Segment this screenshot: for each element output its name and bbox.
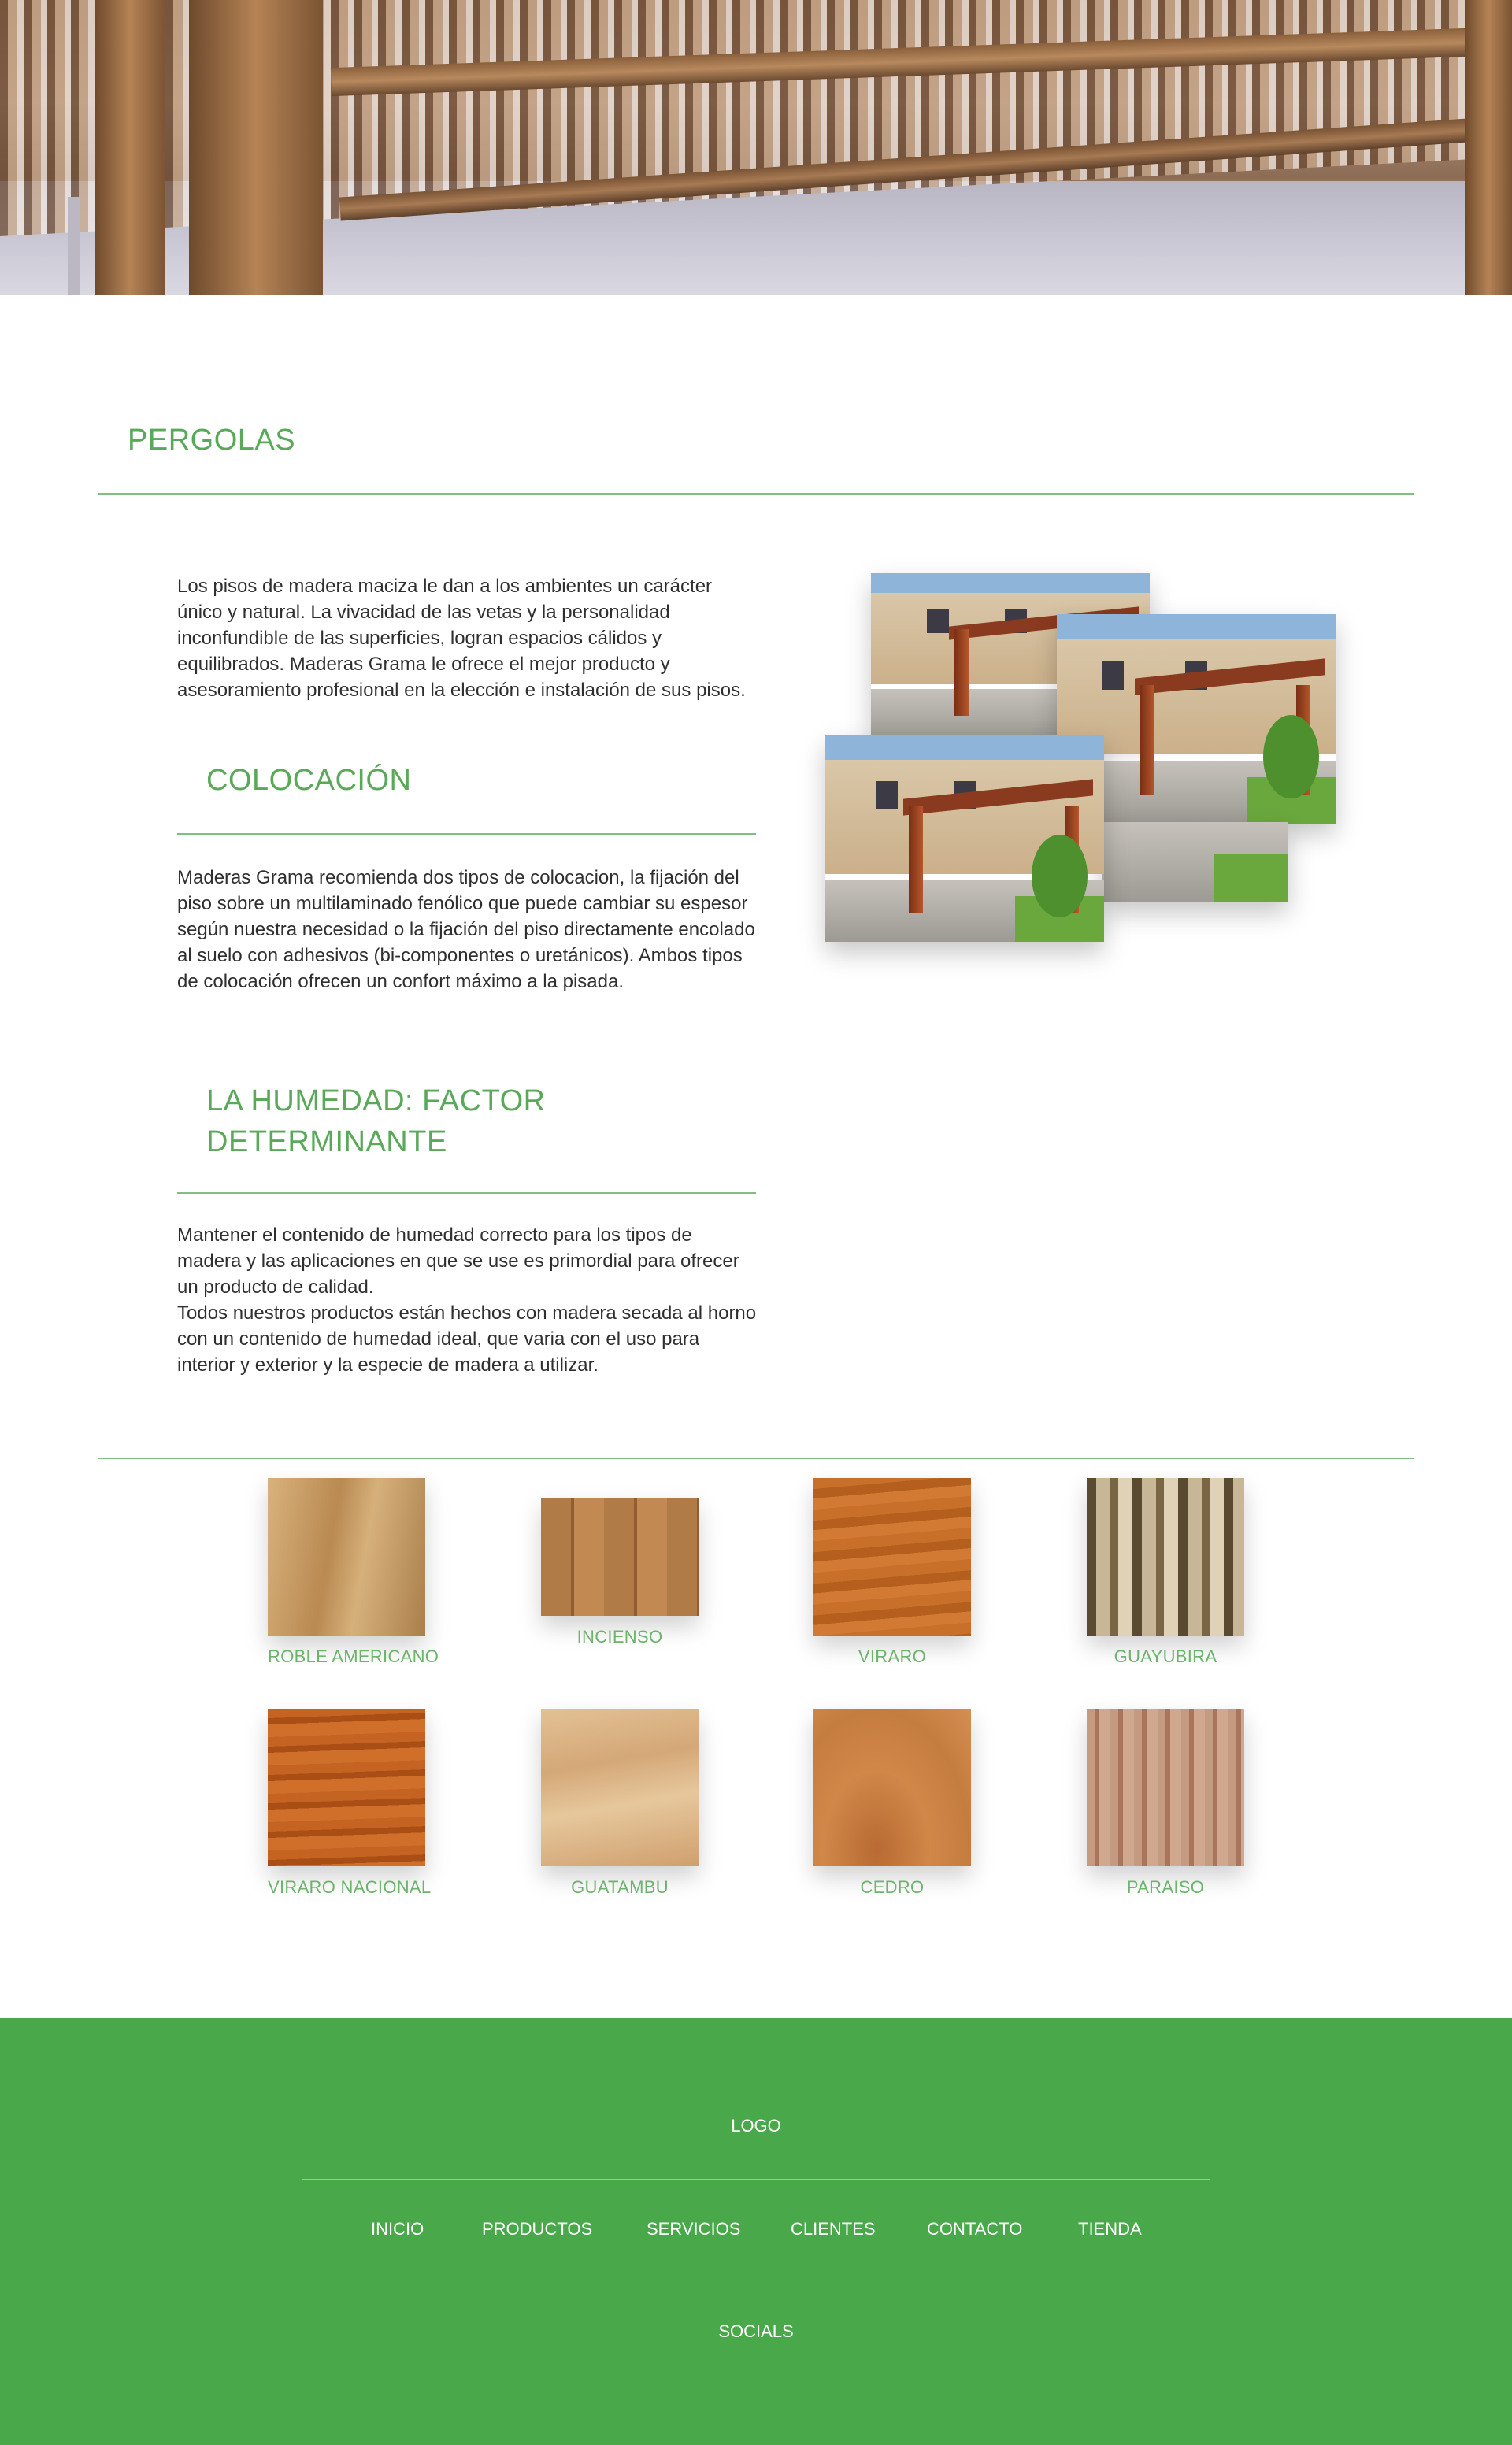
wood-label[interactable]: GUATAMBU [541, 1877, 699, 1898]
wood-swatch[interactable] [268, 1709, 425, 1866]
woods-divider [98, 1458, 1414, 1459]
section-title-line: DETERMINANTE [206, 1125, 447, 1158]
title-divider [98, 493, 1414, 495]
intro-paragraph: Los pisos de madera maciza le dan a los … [177, 576, 746, 701]
wood-card-roble-americano[interactable]: ROBLE AMERICANO [268, 1478, 439, 1667]
wood-card-viraro-nacional[interactable]: VIRARO NACIONAL [268, 1709, 431, 1898]
wood-label[interactable]: CEDRO [813, 1877, 971, 1898]
wood-label[interactable]: PARAISO [1087, 1877, 1244, 1898]
footer-socials[interactable]: SOCIALS [677, 2321, 835, 2342]
hero-post [1465, 0, 1512, 295]
nav-inicio[interactable]: INICIO [371, 2219, 424, 2239]
footer: LOGO INICIO PRODUCTOS SERVICIOS CLIENTES… [0, 2018, 1512, 2445]
hero-post [94, 0, 165, 295]
wood-swatch[interactable] [268, 1478, 425, 1636]
wood-card-guatambu[interactable]: GUATAMBU [541, 1709, 699, 1898]
wood-card-guayubira[interactable]: GUAYUBIRA [1087, 1478, 1244, 1667]
nav-clientes[interactable]: CLIENTES [791, 2219, 876, 2239]
section-divider [177, 833, 756, 835]
wood-swatch[interactable] [813, 1709, 971, 1866]
nav-servicios[interactable]: SERVICIOS [647, 2219, 740, 2239]
wood-swatch[interactable] [1087, 1478, 1244, 1636]
wood-swatch[interactable] [1087, 1709, 1244, 1866]
wood-swatch[interactable] [541, 1709, 699, 1866]
wood-swatch[interactable] [813, 1478, 971, 1636]
footer-divider [302, 2179, 1210, 2180]
section-title-line: LA HUMEDAD: FACTOR [206, 1084, 546, 1117]
wood-card-paraiso[interactable]: PARAISO [1087, 1709, 1244, 1898]
wood-card-incienso[interactable]: INCIENSO [541, 1498, 699, 1647]
colocacion-paragraph: Maderas Grama recomienda dos tipos de co… [177, 867, 755, 992]
wood-label[interactable]: VIRARO NACIONAL [268, 1877, 431, 1898]
page-title: PERGOLAS [128, 424, 296, 457]
pergola-photo[interactable] [1102, 822, 1288, 902]
wood-card-viraro[interactable]: VIRARO [813, 1478, 971, 1667]
wood-label[interactable]: VIRARO [813, 1647, 971, 1667]
wood-label[interactable]: ROBLE AMERICANO [268, 1647, 439, 1667]
pergola-photo[interactable] [825, 735, 1104, 942]
nav-tienda[interactable]: TIENDA [1078, 2219, 1142, 2239]
nav-contacto[interactable]: CONTACTO [927, 2219, 1022, 2239]
footer-logo[interactable]: LOGO [677, 2116, 835, 2136]
humedad-text: Todos nuestros productos están hechos co… [177, 1302, 757, 1376]
humedad-text: Mantener el contenido de humedad correct… [177, 1224, 739, 1298]
nav-productos[interactable]: PRODUCTOS [482, 2219, 592, 2239]
wood-label[interactable]: GUAYUBIRA [1087, 1647, 1244, 1667]
wood-label[interactable]: INCIENSO [541, 1627, 699, 1647]
wood-swatch[interactable] [541, 1498, 699, 1616]
humedad-paragraph: Mantener el contenido de humedad correct… [177, 1222, 760, 1378]
hero-banner [0, 0, 1512, 295]
wood-card-cedro[interactable]: CEDRO [813, 1709, 971, 1898]
section-title-humedad: LA HUMEDAD: FACTOR DETERMINANTE [206, 1080, 546, 1162]
hero-pole [68, 197, 80, 295]
hero-post [189, 0, 323, 295]
section-divider [177, 1192, 756, 1194]
section-title-colocacion: COLOCACIÓN [206, 764, 412, 797]
